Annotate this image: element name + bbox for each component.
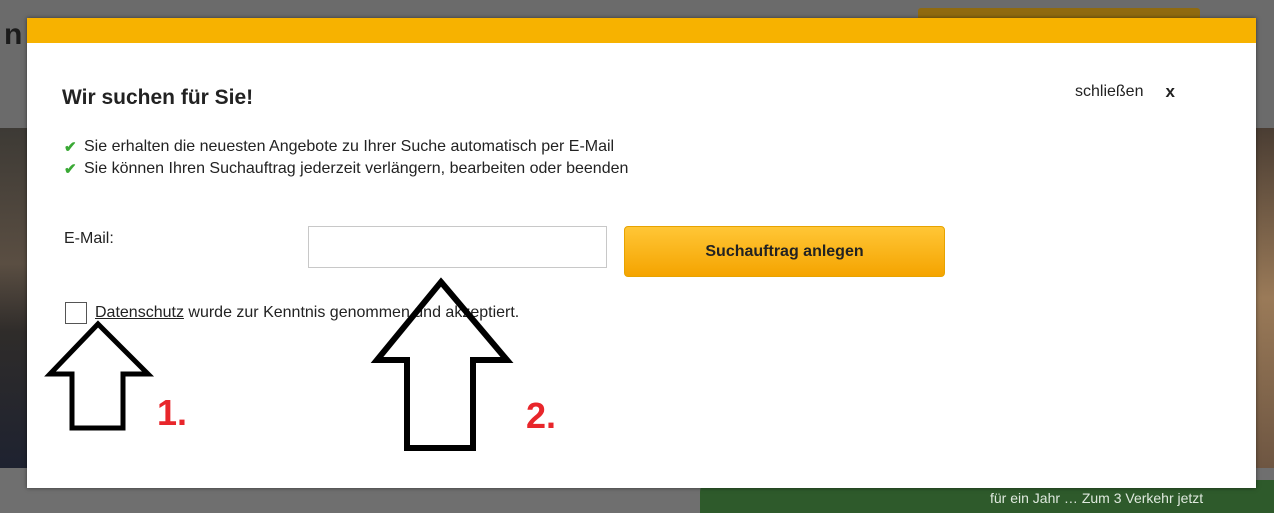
annotation-overlay (44, 277, 514, 451)
annotation-label-2: 2. (526, 395, 557, 436)
annotation-label-1: 1. (157, 392, 188, 433)
annotation-arrow-2 (370, 277, 514, 451)
annotation-arrow-1 (44, 320, 155, 431)
